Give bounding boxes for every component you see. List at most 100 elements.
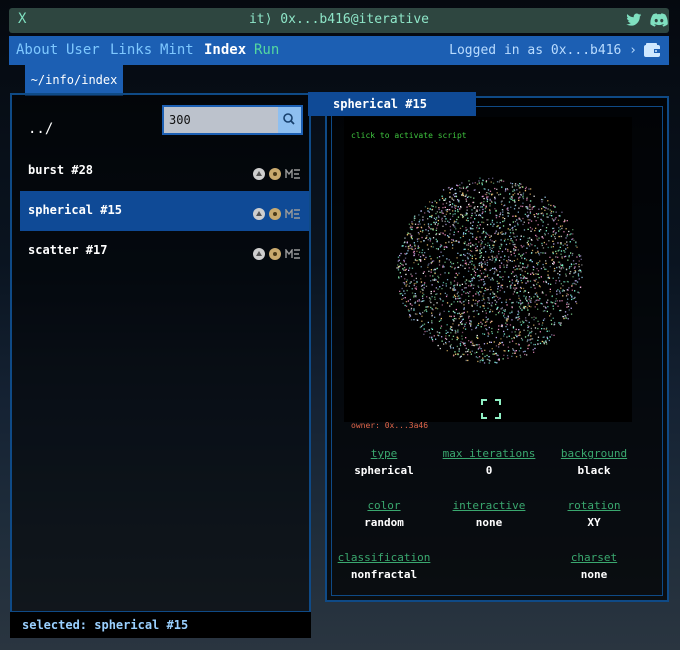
particle bbox=[555, 303, 557, 305]
prop-key[interactable]: charset bbox=[539, 551, 649, 564]
particle bbox=[453, 317, 456, 320]
particle bbox=[537, 296, 539, 298]
magiceden-icon[interactable] bbox=[285, 244, 301, 263]
particle bbox=[415, 282, 417, 285]
particle bbox=[486, 199, 489, 201]
list-item-label: spherical #15 bbox=[28, 203, 122, 217]
breadcrumb[interactable]: ~/info/index bbox=[25, 65, 123, 96]
nav-run[interactable]: Run bbox=[254, 42, 279, 58]
looksrare-icon[interactable] bbox=[269, 207, 281, 220]
particle bbox=[461, 335, 463, 337]
particle bbox=[468, 242, 470, 245]
detail-tab[interactable]: spherical #15 bbox=[308, 92, 476, 116]
particle bbox=[452, 194, 455, 196]
particle bbox=[514, 331, 516, 333]
particle bbox=[427, 218, 429, 220]
particle bbox=[533, 214, 535, 216]
particle bbox=[436, 227, 438, 229]
particle bbox=[534, 343, 536, 346]
list-item[interactable]: scatter #17 bbox=[20, 231, 309, 271]
fullscreen-icon[interactable] bbox=[481, 399, 501, 423]
magiceden-icon[interactable] bbox=[285, 204, 301, 223]
opensea-icon[interactable] bbox=[253, 247, 265, 260]
prop-key[interactable]: max iterations bbox=[434, 447, 544, 460]
particle bbox=[461, 315, 463, 317]
particle bbox=[469, 351, 471, 353]
particle bbox=[462, 192, 464, 194]
particle bbox=[564, 317, 566, 319]
particle bbox=[552, 246, 554, 248]
prop-key[interactable]: interactive bbox=[434, 499, 544, 512]
particle bbox=[443, 248, 445, 250]
owner-address[interactable]: owner: 0x...3a46 bbox=[351, 421, 428, 430]
list-item[interactable]: burst #28 bbox=[20, 151, 309, 191]
opensea-icon[interactable] bbox=[253, 167, 265, 180]
particle bbox=[508, 201, 511, 203]
opensea-icon[interactable] bbox=[253, 207, 265, 220]
nav-index[interactable]: Index bbox=[204, 42, 246, 58]
particle bbox=[405, 273, 407, 276]
search-input[interactable] bbox=[164, 107, 278, 133]
particle bbox=[529, 219, 531, 221]
particle bbox=[491, 305, 493, 307]
particle bbox=[503, 291, 506, 293]
particle bbox=[516, 219, 518, 221]
particle bbox=[502, 344, 505, 346]
particle bbox=[514, 201, 516, 203]
login-status[interactable]: Logged in as 0x...b416 › bbox=[449, 43, 637, 58]
particle bbox=[450, 261, 452, 263]
search-button[interactable] bbox=[278, 107, 301, 133]
discord-icon[interactable] bbox=[650, 12, 668, 31]
spherical-artwork[interactable] bbox=[344, 117, 632, 422]
particle bbox=[470, 205, 472, 207]
nav-mint[interactable]: Mint bbox=[160, 42, 194, 58]
particle bbox=[528, 334, 530, 336]
particle bbox=[522, 196, 524, 198]
particle bbox=[462, 233, 465, 235]
prop-key[interactable]: type bbox=[329, 447, 439, 460]
particle bbox=[475, 214, 477, 216]
particle bbox=[569, 241, 571, 243]
particle bbox=[442, 266, 444, 268]
looksrare-icon[interactable] bbox=[269, 247, 281, 260]
particle bbox=[439, 314, 441, 316]
parent-directory-link[interactable]: ../ bbox=[28, 121, 53, 137]
particle bbox=[523, 276, 525, 278]
particle bbox=[443, 199, 445, 201]
particle bbox=[437, 223, 439, 225]
prop-key[interactable]: classification bbox=[329, 551, 439, 564]
particle bbox=[457, 216, 460, 218]
looksrare-icon[interactable] bbox=[269, 167, 281, 180]
particle bbox=[457, 231, 459, 233]
particle bbox=[522, 192, 525, 194]
particle bbox=[441, 197, 444, 199]
particle bbox=[503, 354, 505, 356]
list-item[interactable]: spherical #15 bbox=[20, 191, 309, 231]
prop-key[interactable]: rotation bbox=[539, 499, 649, 512]
particle bbox=[535, 234, 537, 237]
particle bbox=[413, 215, 416, 218]
particle bbox=[496, 192, 498, 194]
particle bbox=[485, 268, 487, 270]
wallet-icon[interactable] bbox=[643, 42, 661, 62]
particle bbox=[531, 244, 533, 246]
particle bbox=[580, 286, 582, 288]
particle bbox=[542, 225, 544, 227]
nav-user[interactable]: User bbox=[66, 42, 100, 58]
particle bbox=[511, 227, 513, 229]
particle bbox=[531, 249, 534, 252]
particle bbox=[495, 230, 497, 232]
particle bbox=[482, 353, 484, 355]
prop-key[interactable]: color bbox=[329, 499, 439, 512]
particle bbox=[507, 357, 509, 359]
particle bbox=[550, 283, 552, 285]
particle bbox=[470, 222, 472, 224]
art-canvas[interactable]: click to activate script bbox=[344, 117, 632, 422]
particle bbox=[458, 350, 460, 352]
magiceden-icon[interactable] bbox=[285, 164, 301, 183]
nav-about[interactable]: About bbox=[16, 42, 58, 58]
prop-key[interactable]: background bbox=[539, 447, 649, 460]
nav-links[interactable]: Links bbox=[110, 42, 152, 58]
twitter-icon[interactable] bbox=[626, 12, 642, 31]
particle bbox=[424, 258, 426, 260]
